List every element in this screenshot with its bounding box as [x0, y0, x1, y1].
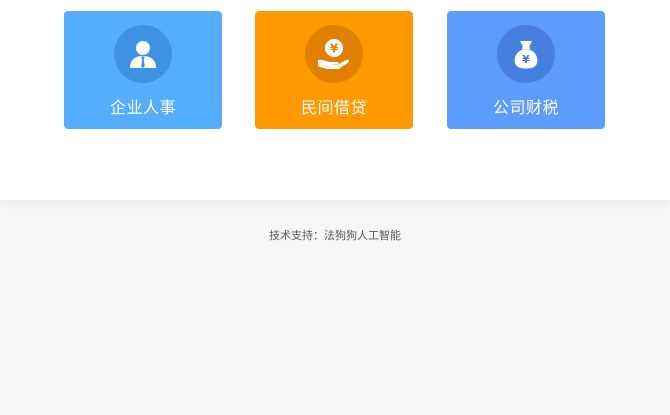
person-icon [114, 25, 172, 83]
card-label: 民间借贷 [300, 98, 367, 117]
footer-tech-support: 技术支持：法狗狗人工智能 [269, 229, 401, 242]
money-bag-yen-icon: ¥ [497, 25, 555, 83]
card-label: 公司财税 [492, 98, 559, 117]
card-private-lending[interactable]: ¥ 民间借贷 [255, 11, 413, 129]
svg-text:¥: ¥ [330, 42, 339, 56]
svg-text:¥: ¥ [522, 53, 530, 66]
hand-yen-coin-icon: ¥ [305, 25, 363, 83]
card-enterprise-hr[interactable]: 企业人事 [64, 11, 222, 129]
category-panel: 企业人事 ¥ 民间借贷 ¥ 公司财税 [0, 0, 670, 200]
card-corporate-tax[interactable]: ¥ 公司财税 [447, 11, 605, 129]
card-label: 企业人事 [109, 98, 176, 117]
